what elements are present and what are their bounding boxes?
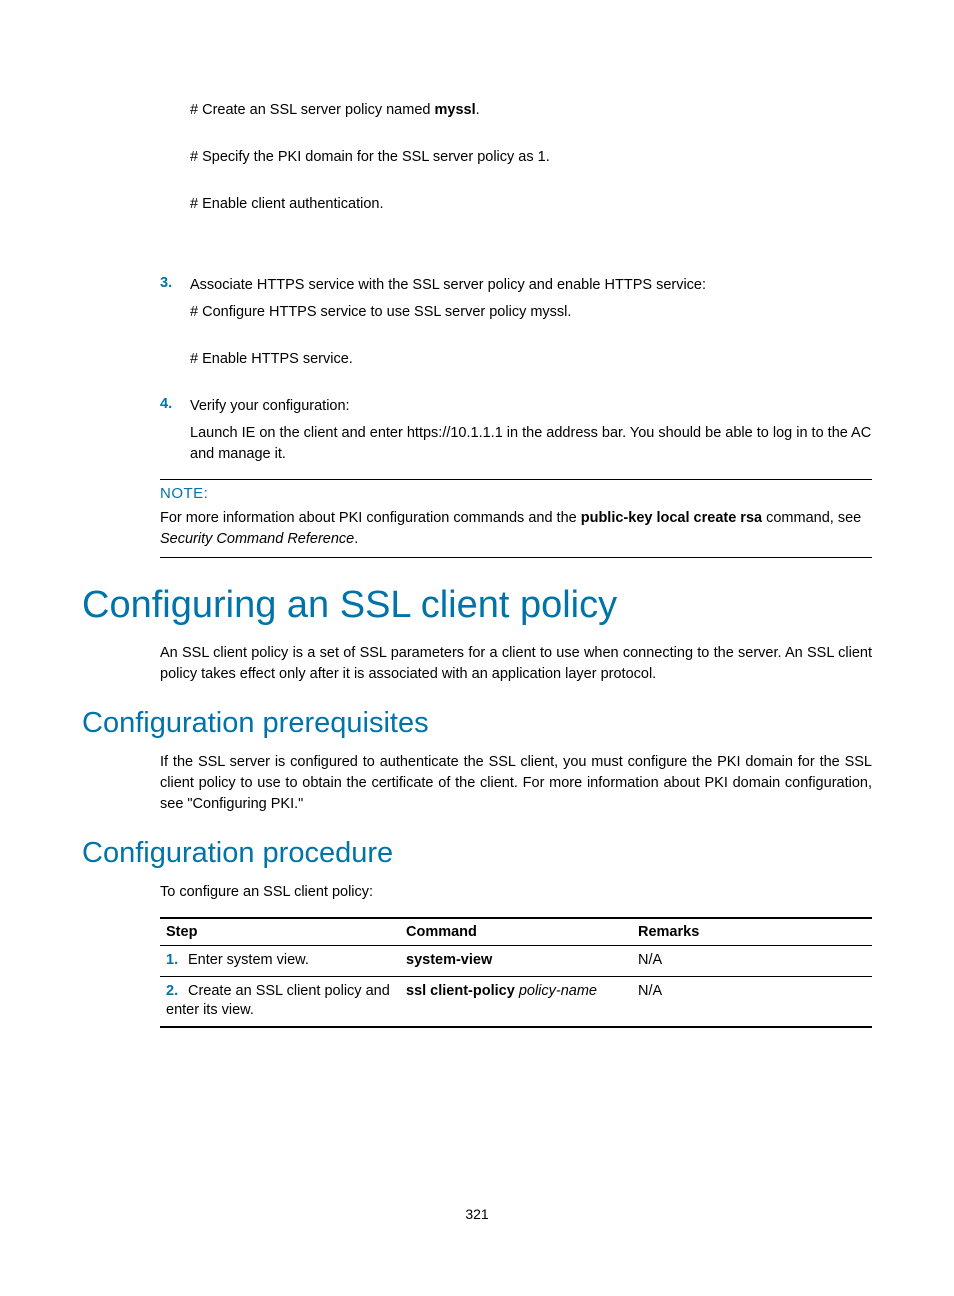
heading-configuring-ssl-client-policy: Configuring an SSL client policy — [82, 584, 872, 627]
note-box: NOTE: For more information about PKI con… — [160, 479, 872, 558]
step-text: Verify your configuration: — [190, 396, 872, 417]
step-substep: # Specify the PKI domain for the SSL ser… — [190, 147, 872, 168]
note-text: For more information about PKI configura… — [160, 508, 872, 550]
table-cell-step: 1.Enter system view. — [160, 946, 400, 977]
step-number: 4. — [160, 396, 190, 417]
note-label: NOTE: — [160, 485, 872, 502]
table-header-row: Step Command Remarks — [160, 918, 872, 946]
step-substep: # Configure HTTPS service to use SSL ser… — [190, 302, 872, 323]
step-text: Associate HTTPS service with the SSL ser… — [190, 275, 872, 296]
table-row: 2.Create an SSL client policy and enter … — [160, 976, 872, 1027]
table-cell-command: ssl client-policy policy-name — [400, 976, 632, 1027]
step-3: 3. Associate HTTPS service with the SSL … — [160, 275, 872, 296]
heading-configuration-prerequisites: Configuration prerequisites — [82, 707, 872, 740]
step-substep: # Create an SSL server policy named myss… — [190, 100, 872, 121]
step-substep: Launch IE on the client and enter https:… — [190, 423, 872, 465]
step-substep: # Enable HTTPS service. — [190, 349, 872, 370]
heading-configuration-procedure: Configuration procedure — [82, 837, 872, 870]
paragraph: If the SSL server is configured to authe… — [160, 752, 872, 815]
step-substep: # Enable client authentication. — [190, 194, 872, 215]
table-cell-step: 2.Create an SSL client policy and enter … — [160, 976, 400, 1027]
table-cell-remarks: N/A — [632, 976, 872, 1027]
table-header-command: Command — [400, 918, 632, 946]
step-4: 4. Verify your configuration: — [160, 396, 872, 417]
paragraph: An SSL client policy is a set of SSL par… — [160, 643, 872, 685]
page-content: # Create an SSL server policy named myss… — [0, 0, 954, 1028]
table-cell-remarks: N/A — [632, 946, 872, 977]
step-number: 3. — [160, 275, 190, 296]
page-number: 321 — [0, 1206, 954, 1222]
table-row: 1.Enter system view. system-view N/A — [160, 946, 872, 977]
table-header-remarks: Remarks — [632, 918, 872, 946]
paragraph: To configure an SSL client policy: — [160, 882, 872, 903]
procedure-table: Step Command Remarks 1.Enter system view… — [160, 917, 872, 1028]
table-cell-command: system-view — [400, 946, 632, 977]
table-header-step: Step — [160, 918, 400, 946]
